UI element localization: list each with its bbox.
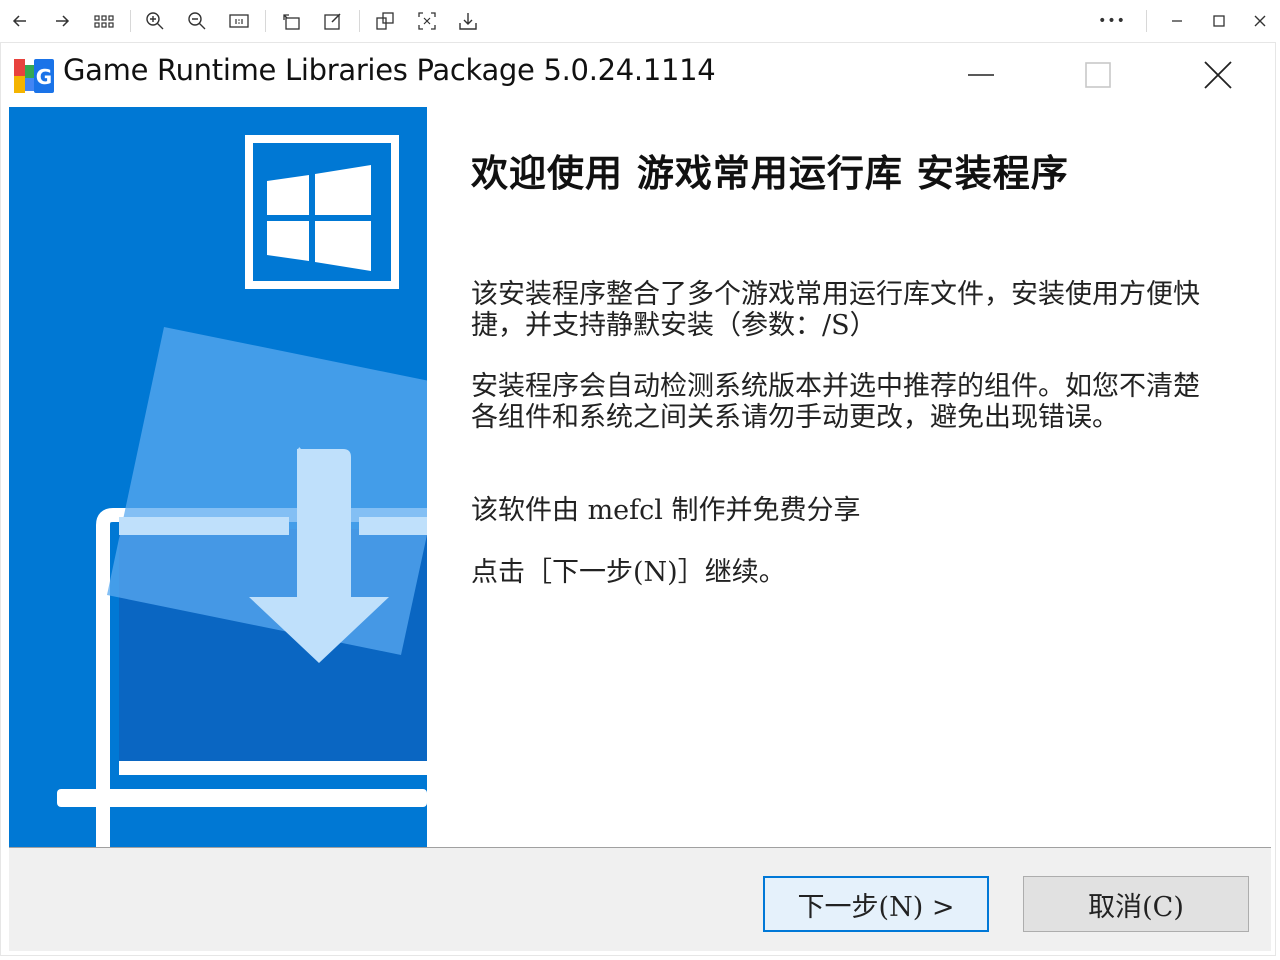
next-button[interactable]: 下一步(N) >: [763, 876, 989, 932]
actual-size-icon[interactable]: [227, 9, 251, 33]
viewer-close-icon[interactable]: [1248, 9, 1272, 33]
edit-icon[interactable]: [321, 9, 345, 33]
grid-view-icon[interactable]: [92, 9, 116, 33]
back-arrow-icon[interactable]: [8, 9, 32, 33]
toolbar-separator: [359, 10, 360, 32]
svg-text:G: G: [36, 65, 52, 89]
title-bar: G Game Runtime Libraries Package 5.0.24.…: [1, 43, 1277, 107]
intro-text: 该安装程序整合了多个游戏常用运行库文件，安装使用方便快捷，并支持静默安装（参数：…: [471, 279, 1200, 341]
viewer-toolbar: •••: [0, 0, 1280, 42]
app-logo-icon: G: [13, 55, 55, 97]
rotate-icon[interactable]: [279, 9, 303, 33]
toolbar-separator: [130, 10, 131, 32]
detection-text: 安装程序会自动检测系统版本并选中推荐的组件。如您不清楚各组件和系统之间关系请勿手…: [471, 371, 1200, 433]
copy-icon[interactable]: [373, 9, 397, 33]
button-bar: 下一步(N) > 取消(C): [9, 848, 1271, 951]
zoom-out-icon[interactable]: [185, 9, 209, 33]
author-text: 该软件由 mefcl 制作并免费分享: [471, 495, 861, 526]
zoom-in-icon[interactable]: [143, 9, 167, 33]
welcome-heading: 欢迎使用 游戏常用运行库 安装程序: [471, 151, 1069, 195]
toolbar-separator: [1146, 10, 1147, 32]
continue-hint-text: 点击［下一步(N)］继续。: [471, 557, 786, 588]
banner-bar-right: [359, 517, 427, 535]
cancel-button[interactable]: 取消(C): [1023, 876, 1249, 932]
laptop-bezel: [119, 761, 427, 775]
installer-window: G Game Runtime Libraries Package 5.0.24.…: [0, 42, 1276, 956]
minimize-button[interactable]: [953, 53, 1009, 97]
installer-banner: [9, 107, 427, 847]
viewer-minimize-icon[interactable]: [1165, 9, 1189, 33]
save-icon[interactable]: [456, 9, 480, 33]
banner-illustration: [57, 135, 427, 847]
more-options-icon[interactable]: •••: [1098, 9, 1125, 33]
window-title: Game Runtime Libraries Package 5.0.24.11…: [63, 53, 716, 87]
crop-icon[interactable]: [415, 9, 439, 33]
close-button[interactable]: [1190, 53, 1246, 97]
forward-arrow-icon[interactable]: [50, 9, 74, 33]
toolbar-separator: [265, 10, 266, 32]
banner-bar-left: [119, 517, 289, 535]
viewer-maximize-icon[interactable]: [1207, 9, 1231, 33]
maximize-button[interactable]: [1070, 53, 1126, 97]
laptop-base: [57, 789, 427, 807]
